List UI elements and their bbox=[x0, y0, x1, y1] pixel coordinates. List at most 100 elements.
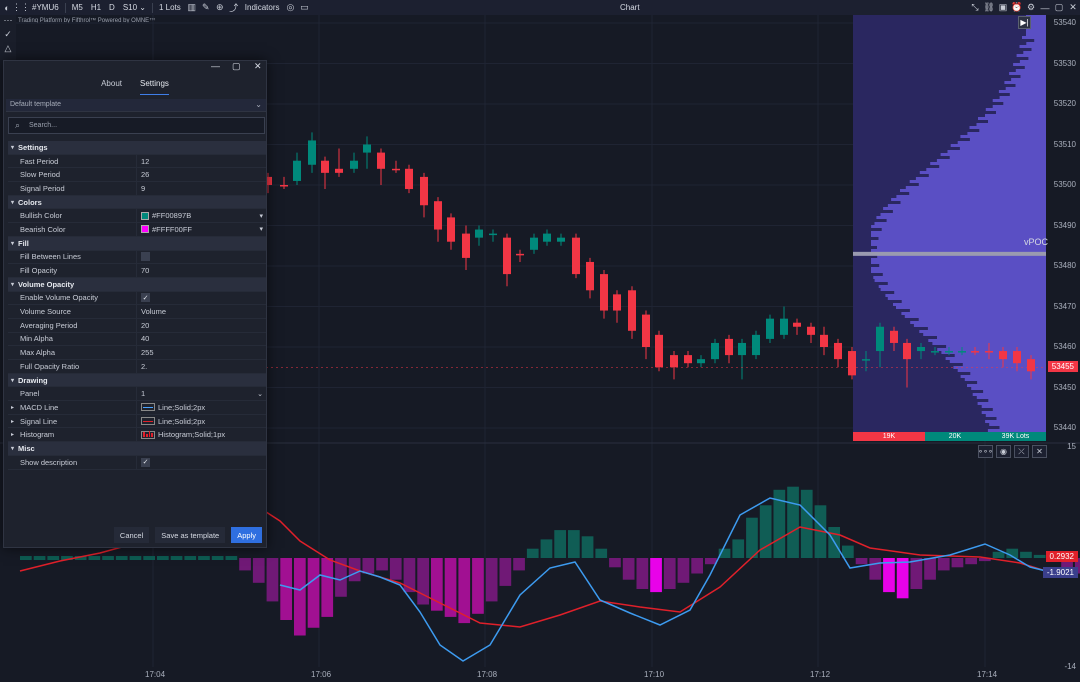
minimize-icon[interactable]: — bbox=[1039, 2, 1051, 14]
eye-icon[interactable]: ◉ bbox=[996, 445, 1011, 458]
prop-signal-line[interactable]: ▸ Signal Line Line;Solid;2px bbox=[8, 414, 266, 429]
timeframe-m5[interactable]: M5 bbox=[68, 0, 87, 15]
line-style-picker[interactable]: Line;Solid;2px bbox=[136, 414, 266, 428]
volume-opacity-checkbox[interactable]: ✓ bbox=[141, 293, 150, 303]
color-picker[interactable]: #FFFF00FF ▾ bbox=[136, 223, 266, 236]
tab-settings[interactable]: Settings bbox=[140, 79, 169, 95]
dialog-minimize-icon[interactable]: — bbox=[211, 61, 220, 71]
crosshair-icon[interactable]: ⤡ bbox=[969, 2, 981, 14]
histogram-style-picker[interactable]: Histogram;Solid;1px bbox=[136, 428, 266, 442]
color-picker[interactable]: #FF00897B ▾ bbox=[136, 209, 266, 223]
prop-value[interactable]: 40 bbox=[136, 332, 266, 346]
candle-body bbox=[766, 318, 774, 339]
dialog-titlebar[interactable]: — ▢ ✕ bbox=[4, 61, 266, 75]
template-icon[interactable]: ◎ bbox=[284, 2, 296, 14]
histogram-style-value: Histogram;Solid;1px bbox=[158, 430, 226, 440]
prop-value[interactable]: Volume bbox=[136, 305, 266, 318]
camera-icon[interactable]: ▣ bbox=[997, 2, 1009, 14]
dialog-maximize-icon[interactable]: ▢ bbox=[232, 61, 241, 72]
panel-select[interactable]: 1 ⌄ bbox=[136, 387, 266, 401]
histogram-bar bbox=[225, 556, 238, 560]
vpoc-line bbox=[853, 251, 1046, 256]
close-icon[interactable]: ✕ bbox=[1067, 2, 1079, 14]
prop-value[interactable]: 20 bbox=[136, 318, 266, 332]
prop-value[interactable]: 70 bbox=[136, 264, 266, 277]
section-volume-opacity[interactable]: Volume Opacity bbox=[8, 277, 266, 292]
panel-close-icon[interactable]: ✕ bbox=[1032, 445, 1047, 458]
prop-value[interactable]: 255 bbox=[136, 346, 266, 359]
link-icon[interactable]: ⛓ bbox=[983, 2, 995, 14]
panel-menu-icon[interactable]: ∘∘∘ bbox=[978, 445, 993, 458]
prop-fill-between[interactable]: Fill Between Lines bbox=[8, 250, 266, 265]
prop-histogram[interactable]: ▸ Histogram Histogram;Solid;1px bbox=[8, 428, 266, 443]
expand-arrow-icon[interactable]: ▸ bbox=[11, 431, 14, 438]
show-description-checkbox[interactable]: ✓ bbox=[141, 457, 150, 467]
histogram-bar bbox=[170, 556, 183, 560]
settings-gear-icon[interactable]: ⚙ bbox=[1025, 2, 1037, 14]
prop-slow-period[interactable]: Slow Period 26 bbox=[8, 168, 266, 183]
prop-fast-period[interactable]: Fast Period 12 bbox=[8, 154, 266, 169]
tab-about[interactable]: About bbox=[101, 79, 122, 95]
search-input[interactable]: ⌕ Search... bbox=[8, 117, 265, 134]
lots-field[interactable]: 1 Lots bbox=[155, 0, 185, 15]
prop-panel[interactable]: Panel 1 ⌄ bbox=[8, 387, 266, 402]
prop-signal-period[interactable]: Signal Period 9 bbox=[8, 182, 266, 196]
line-style-picker[interactable]: Line;Solid;2px bbox=[136, 401, 266, 414]
prop-show-description[interactable]: Show description ✓ bbox=[8, 455, 266, 470]
candle-body bbox=[530, 237, 538, 250]
candle-body bbox=[377, 152, 385, 169]
zoom-icon[interactable]: ⊕ bbox=[214, 2, 226, 14]
prop-enable-volume-opacity[interactable]: Enable Volume Opacity ✓ bbox=[8, 291, 266, 306]
section-fill[interactable]: Fill bbox=[8, 236, 266, 251]
expand-arrow-icon[interactable]: ▸ bbox=[11, 418, 14, 425]
time-axis-label: 17:12 bbox=[810, 670, 831, 679]
section-misc[interactable]: Misc bbox=[8, 442, 266, 456]
prop-volume-source[interactable]: Volume Source Volume bbox=[8, 305, 266, 319]
expand-arrow-icon[interactable]: ▸ bbox=[11, 404, 14, 411]
fill-between-checkbox[interactable] bbox=[141, 252, 150, 262]
histogram-bar bbox=[896, 558, 909, 599]
collapse-icon[interactable]: ⤫ bbox=[1014, 445, 1029, 458]
prop-max-alpha[interactable]: Max Alpha 255 bbox=[8, 346, 266, 360]
indicators-button[interactable]: Indicators bbox=[241, 0, 284, 15]
template-select[interactable]: Default template ⌄ bbox=[6, 99, 266, 112]
macd-value-tag: -1.9021 bbox=[1042, 567, 1078, 578]
candle-type-icon[interactable]: ▥ bbox=[186, 2, 198, 14]
layout-icon[interactable]: ▭ bbox=[298, 2, 310, 14]
maximize-icon[interactable]: ▢ bbox=[1053, 2, 1065, 14]
apply-button[interactable]: Apply bbox=[231, 527, 262, 543]
prop-value[interactable]: 12 bbox=[136, 154, 266, 168]
prop-value[interactable]: 26 bbox=[136, 168, 266, 182]
chevron-down-icon: ⌄ bbox=[255, 100, 262, 109]
save-template-button[interactable]: Save as template bbox=[155, 527, 226, 543]
aggregation-label: S10 bbox=[122, 3, 138, 12]
prop-min-alpha[interactable]: Min Alpha 40 bbox=[8, 332, 266, 347]
draw-pencil-icon[interactable]: ✎ bbox=[200, 2, 212, 14]
cancel-button[interactable]: Cancel bbox=[113, 527, 150, 543]
prop-full-opacity-ratio[interactable]: Full Opacity Ratio 2. bbox=[8, 360, 266, 374]
drag-handle-icon[interactable]: ⋮⋮ bbox=[12, 2, 30, 14]
dropdown-arrow-icon: ▾ bbox=[259, 212, 263, 220]
aggregation-selector[interactable]: S10 ⌄ bbox=[119, 0, 150, 15]
prop-bearish-color[interactable]: Bearish Color #FFFF00FF ▾ bbox=[8, 223, 266, 237]
dialog-close-icon[interactable]: ✕ bbox=[254, 61, 262, 72]
prop-bullish-color[interactable]: Bullish Color #FF00897B ▾ bbox=[8, 209, 266, 224]
timeframe-d[interactable]: D bbox=[105, 0, 119, 15]
prop-value[interactable]: 2. bbox=[136, 360, 266, 373]
section-colors[interactable]: Colors bbox=[8, 195, 266, 210]
histogram-bar bbox=[115, 556, 128, 560]
section-settings[interactable]: Settings bbox=[8, 141, 266, 155]
time-axis-label: 17:06 bbox=[311, 670, 332, 679]
candle-body bbox=[985, 351, 993, 353]
alarm-icon[interactable]: ⏰ bbox=[1011, 2, 1023, 14]
prop-macd-line[interactable]: ▸ MACD Line Line;Solid;2px bbox=[8, 401, 266, 415]
prop-value[interactable]: 9 bbox=[136, 182, 266, 195]
symbol-selector[interactable]: #YMU6 bbox=[28, 0, 63, 15]
prop-fill-opacity[interactable]: Fill Opacity 70 bbox=[8, 264, 266, 278]
timeframe-h1[interactable]: H1 bbox=[87, 0, 105, 15]
scroll-to-end-icon[interactable]: ▶| bbox=[1018, 16, 1031, 29]
histogram-bar bbox=[746, 517, 758, 558]
prop-averaging-period[interactable]: Averaging Period 20 bbox=[8, 318, 266, 333]
section-drawing[interactable]: Drawing bbox=[8, 373, 266, 388]
histogram-bar bbox=[184, 556, 197, 560]
